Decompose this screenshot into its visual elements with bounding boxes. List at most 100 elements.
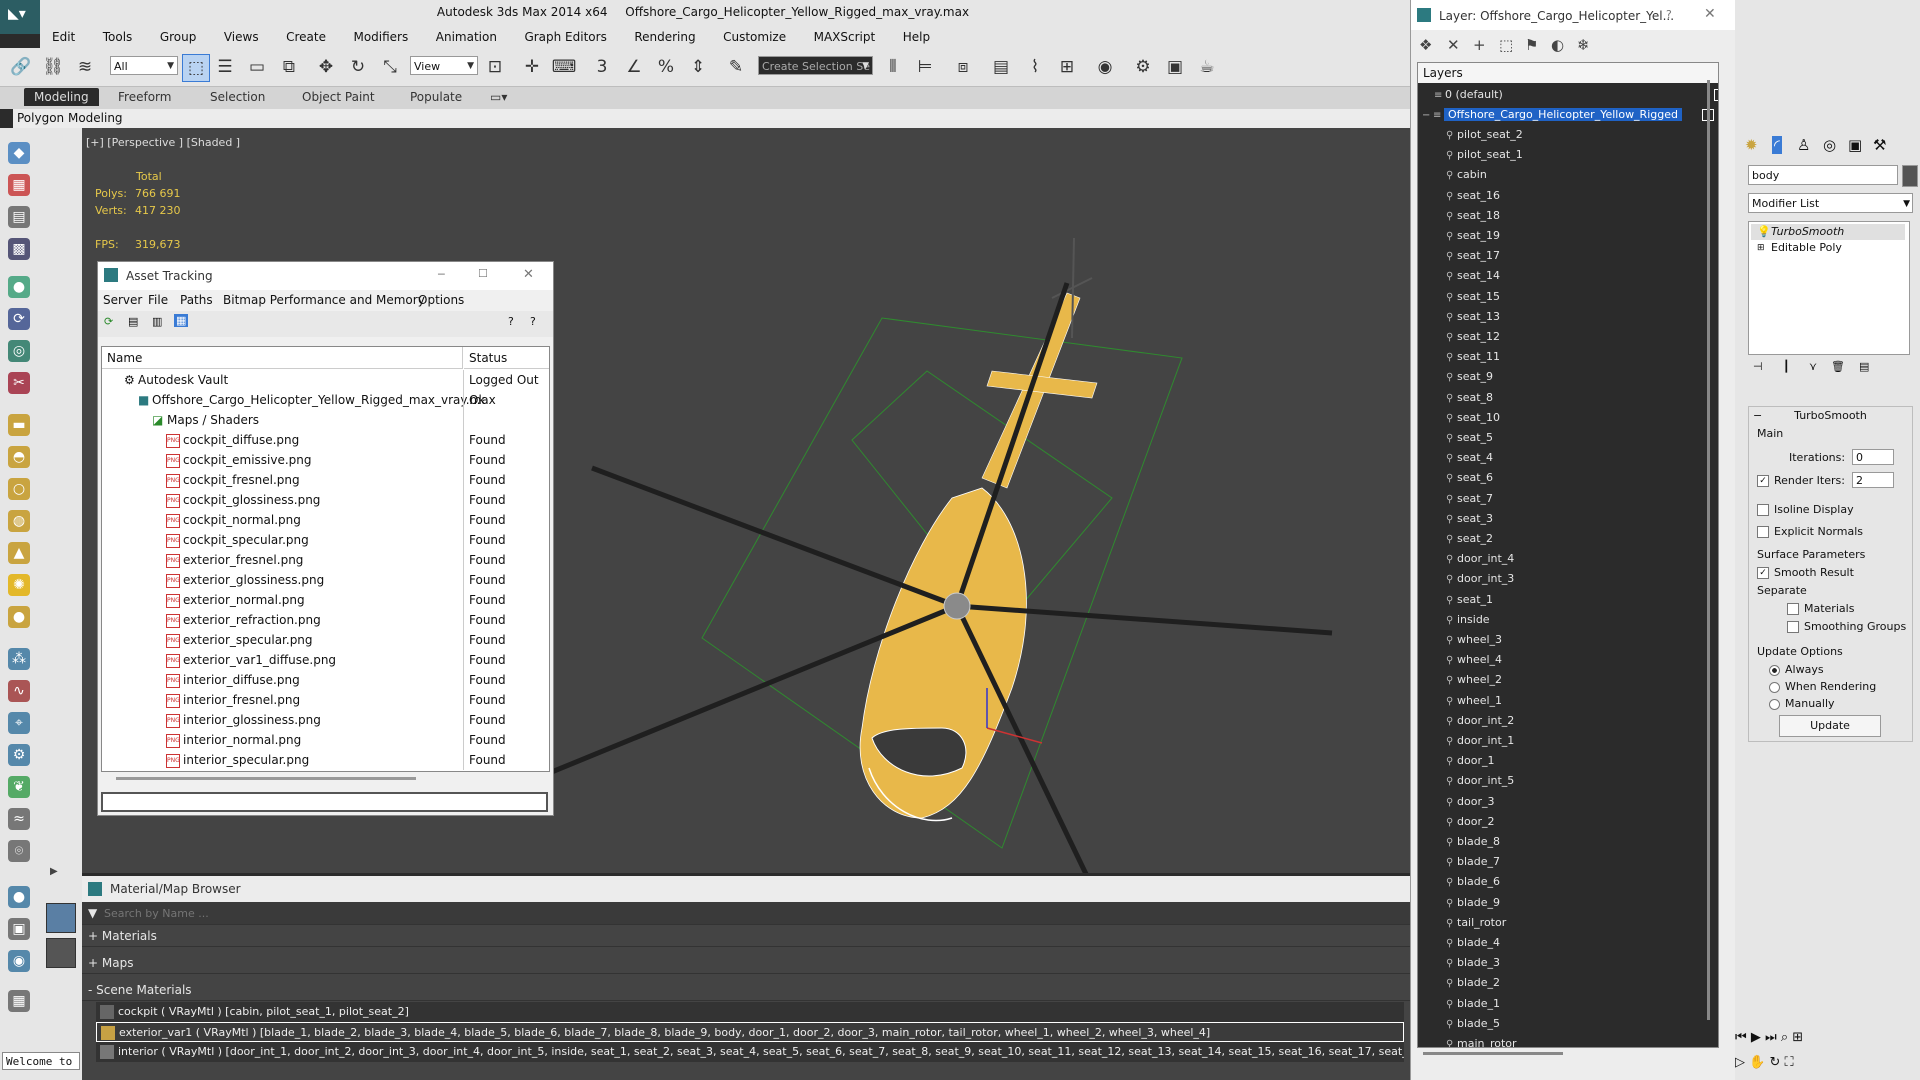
isoline-checkbox[interactable] xyxy=(1757,504,1769,516)
cylinder-icon[interactable]: ○ xyxy=(8,478,30,500)
layer-object-row[interactable]: ⚲ main_rotor xyxy=(1418,1034,1718,1047)
edit-poly-icon[interactable]: ▦ xyxy=(8,174,30,196)
ribbon-toggle-icon[interactable]: ▤ xyxy=(988,54,1014,80)
layer-object-row[interactable]: ⚲ pilot_seat_2 xyxy=(1418,125,1718,145)
app-menu-button[interactable]: ◣▾ xyxy=(0,0,40,34)
tab-object-paint[interactable]: Object Paint xyxy=(302,90,375,104)
angle-snap-icon[interactable]: ∠ xyxy=(621,54,647,80)
layer-object-row[interactable]: ⚲ seat_5 xyxy=(1418,428,1718,448)
column-header-name[interactable]: Name xyxy=(102,347,463,369)
layer-object-row[interactable]: ⚲ cabin xyxy=(1418,165,1718,185)
material-editor-icon[interactable]: ◉ xyxy=(1092,54,1118,80)
table-row[interactable]: ■ Offshore_Cargo_Helicopter_Yellow_Rigged… xyxy=(102,390,549,410)
layer-object-row[interactable]: ⚲ seat_8 xyxy=(1418,388,1718,408)
render-iters-checkbox[interactable]: ✓ xyxy=(1757,475,1769,487)
column-header-status[interactable]: Status xyxy=(464,347,549,369)
layer-object-row[interactable]: ⚲ blade_7 xyxy=(1418,852,1718,872)
stack-item-turbosmooth[interactable]: 💡 TurboSmooth xyxy=(1751,224,1905,240)
scale-icon[interactable]: ⤡ xyxy=(377,54,403,80)
grid-icon[interactable]: ▩ xyxy=(8,238,30,260)
layer-object-row[interactable]: ⚲ wheel_2 xyxy=(1418,670,1718,690)
table-row[interactable]: PNG cockpit_glossiness.png Found xyxy=(102,490,549,510)
separate-smoothing-checkbox[interactable] xyxy=(1787,621,1799,633)
help-icon[interactable]: ? xyxy=(508,315,514,328)
table-view-icon[interactable]: ▦ xyxy=(174,314,189,327)
scene-material-item[interactable]: exterior_var1 ( VRayMtl ) [blade_1, blad… xyxy=(96,1022,1404,1042)
material-search-input[interactable] xyxy=(102,904,1006,923)
layer-object-row[interactable]: ⚲ door_int_4 xyxy=(1418,549,1718,569)
table-row[interactable]: PNG cockpit_specular.png Found xyxy=(102,530,549,550)
loop-icon[interactable]: ⟳ xyxy=(8,308,30,330)
menu-server[interactable]: Server xyxy=(103,293,142,307)
table-row[interactable]: PNG interior_normal.png Found xyxy=(102,730,549,750)
next-frame-icon[interactable]: ⏭ xyxy=(1765,1030,1777,1045)
layer-object-row[interactable]: ⚲ seat_19 xyxy=(1418,226,1718,246)
menu-options[interactable]: Options xyxy=(418,293,464,307)
help-icon[interactable]: ? xyxy=(1666,8,1672,21)
teapot-icon[interactable]: ● xyxy=(8,606,30,628)
cut-icon[interactable]: ✂ xyxy=(8,372,30,394)
menu-tools[interactable]: Tools xyxy=(91,26,145,48)
delete-layer-icon[interactable]: ✕ xyxy=(1447,36,1460,54)
table-row[interactable]: PNG interior_glossiness.png Found xyxy=(102,710,549,730)
layer-list-scrollbar[interactable] xyxy=(1707,80,1710,1020)
layer-object-row[interactable]: ⚲ seat_13 xyxy=(1418,307,1718,327)
new-layer-icon[interactable]: ❖ xyxy=(1419,36,1432,54)
layer-object-row[interactable]: ⚲ blade_4 xyxy=(1418,933,1718,953)
remove-modifier-icon[interactable]: 🗑 xyxy=(1831,360,1845,373)
group-scene-materials[interactable]: - Scene Materials xyxy=(82,980,1410,1001)
selection-filter-dropdown[interactable]: All ▼ xyxy=(110,56,178,75)
layer-window-titlebar[interactable]: Layer: Offshore_Cargo_Helicopter_Yel... … xyxy=(1411,0,1736,30)
curve-editor-icon[interactable]: ⌇ xyxy=(1022,54,1048,80)
menu-help[interactable]: Help xyxy=(891,26,942,48)
motion-tab-icon[interactable]: ◎ xyxy=(1823,136,1836,154)
helper-icon[interactable]: ⌖ xyxy=(8,712,30,734)
table-row[interactable]: PNG exterior_fresnel.png Found xyxy=(102,550,549,570)
modify-tab-icon[interactable]: ◜ xyxy=(1772,136,1782,154)
geometry-icon[interactable]: ● xyxy=(8,276,30,298)
layer-object-row[interactable]: ⚲ seat_18 xyxy=(1418,206,1718,226)
prev-frame-icon[interactable]: ⏮ xyxy=(1735,1030,1747,1045)
table-row[interactable]: PNG cockpit_fresnel.png Found xyxy=(102,470,549,490)
layer-hscrollbar[interactable] xyxy=(1423,1052,1563,1055)
scene-material-item[interactable]: cockpit ( VRayMtl ) [cabin, pilot_seat_1… xyxy=(96,1002,1404,1022)
layer-object-row[interactable]: ⚲ door_3 xyxy=(1418,792,1718,812)
select-object-icon[interactable]: ⬚ xyxy=(182,54,210,82)
table-row[interactable]: PNG interior_specular.png Found xyxy=(102,750,549,770)
tab-populate[interactable]: Populate xyxy=(410,90,462,104)
edit-named-selection-icon[interactable]: ✎ xyxy=(723,54,749,80)
layer-object-row[interactable]: ⚲ inside xyxy=(1418,610,1718,630)
foliage-icon[interactable]: ❦ xyxy=(8,776,30,798)
tree-view-icon[interactable]: ▥ xyxy=(152,315,162,328)
scene-material-item[interactable]: interior ( VRayMtl ) [door_int_1, door_i… xyxy=(96,1042,1404,1062)
polygon-modeling-panel[interactable]: Polygon Modeling xyxy=(13,109,1410,128)
hide-layers-icon[interactable]: ◐ xyxy=(1551,36,1564,54)
update-when-rendering-radio[interactable] xyxy=(1769,681,1780,693)
move-icon[interactable]: ✥ xyxy=(313,54,339,80)
rotate-icon[interactable]: ↻ xyxy=(345,54,371,80)
asset-path-field[interactable] xyxy=(101,792,548,812)
layer-object-row[interactable]: ⚲ blade_2 xyxy=(1418,973,1718,993)
layer-object-row[interactable]: ⚲ wheel_4 xyxy=(1418,650,1718,670)
layer-object-row[interactable]: ⚲ blade_9 xyxy=(1418,893,1718,913)
window-crossing-icon[interactable]: ⧉ xyxy=(276,54,302,80)
unlink-icon[interactable]: ⛓ xyxy=(40,54,66,80)
menu-paths[interactable]: Paths xyxy=(180,293,213,307)
reference-coordinate-dropdown[interactable]: View ▼ xyxy=(410,56,478,75)
menu-group[interactable]: Group xyxy=(148,26,209,48)
rectangular-selection-icon[interactable]: ▭ xyxy=(244,54,270,80)
layer-object-row[interactable]: ⚲ seat_3 xyxy=(1418,509,1718,529)
layer-object-row[interactable]: ⚲ wheel_1 xyxy=(1418,691,1718,711)
minimize-icon[interactable]: ─ xyxy=(438,268,445,281)
viewport-sphere-icon[interactable]: ● xyxy=(8,886,30,908)
layer-object-row[interactable]: ⚲ seat_15 xyxy=(1418,287,1718,307)
group-maps[interactable]: + Maps xyxy=(82,953,1410,974)
layer-object-row[interactable]: ⚲ door_int_3 xyxy=(1418,569,1718,589)
stack-item-editable-poly[interactable]: ⊞ Editable Poly xyxy=(1751,240,1905,256)
layer-object-row[interactable]: ⚲ seat_6 xyxy=(1418,468,1718,488)
iterations-spinner[interactable]: 0 xyxy=(1852,449,1894,465)
layer-object-row[interactable]: ⚲ seat_9 xyxy=(1418,367,1718,387)
menu-file[interactable]: File xyxy=(148,293,168,307)
menu-customize[interactable]: Customize xyxy=(711,26,798,48)
table-row[interactable]: PNG interior_fresnel.png Found xyxy=(102,690,549,710)
